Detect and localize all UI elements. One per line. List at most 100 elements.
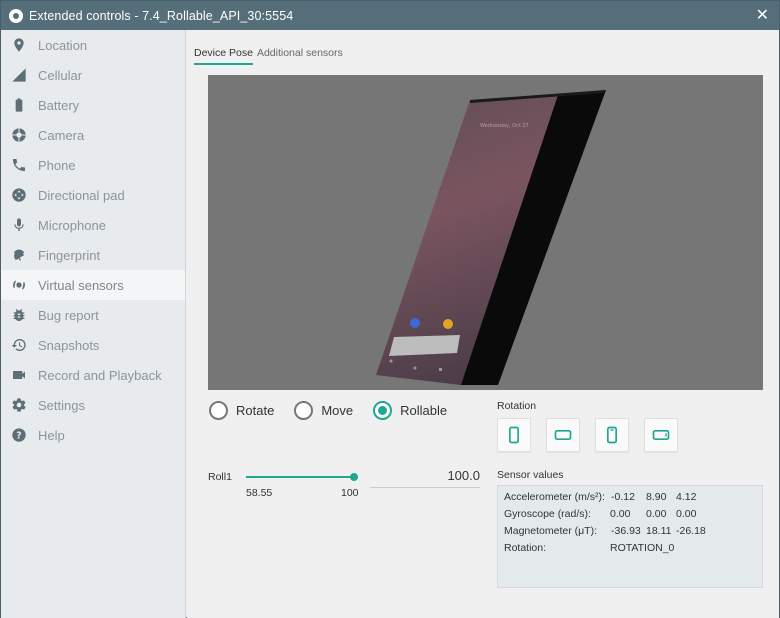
help-icon: ? <box>11 427 27 443</box>
sidebar-item-label: Location <box>38 37 88 53</box>
rollable-device-model: Wednesday, Oct 27 <box>376 90 606 385</box>
sidebar-item-settings[interactable]: Settings <box>1 390 185 420</box>
cellular-signal-icon <box>11 67 27 83</box>
extended-controls-window: Extended controls - 7.4_Rollable_API_30:… <box>0 0 780 618</box>
title-bar: Extended controls - 7.4_Rollable_API_30:… <box>1 1 779 30</box>
magnetometer-z: -26.18 <box>676 525 706 537</box>
microphone-icon <box>11 217 27 233</box>
magnetometer-x: -36.93 <box>611 525 641 537</box>
device-pose-viewport[interactable]: Wednesday, Oct 27 <box>208 75 763 390</box>
rotation-label: Rotation: <box>504 542 547 554</box>
sidebar-item-label: Help <box>38 427 65 443</box>
radio-circle[interactable] <box>373 401 393 420</box>
rotate-portrait-button[interactable] <box>497 418 531 452</box>
nav-home-icon <box>413 366 417 370</box>
sidebar-item-label: Record and Playback <box>38 367 162 383</box>
tab-bar: Device Pose Additional sensors <box>194 47 347 65</box>
radio-circle[interactable] <box>294 401 314 420</box>
sensor-values-heading: Sensor values <box>497 469 564 481</box>
sidebar-item-label: Bug report <box>38 307 99 323</box>
sidebar-item-snapshots[interactable]: Snapshots <box>1 330 185 360</box>
nav-back-icon <box>389 359 393 363</box>
gyroscope-x: 0.00 <box>610 508 631 520</box>
sidebar-item-directional-pad[interactable]: Directional pad <box>1 180 185 210</box>
history-icon <box>11 337 27 353</box>
fingerprint-icon <box>11 247 27 263</box>
move-radio[interactable]: Move <box>294 401 353 420</box>
sensor-values-panel: Accelerometer (m/s²): -0.12 8.90 4.12 Gy… <box>497 485 763 588</box>
magnetometer-y: 18.11 <box>646 525 672 537</box>
rotate-label: Rotate <box>236 403 275 418</box>
sidebar-item-label: Microphone <box>38 217 106 233</box>
sidebar: Location Cellular Battery Camera Phone D… <box>1 30 186 618</box>
rollable-label: Rollable <box>400 403 448 418</box>
window-title: Extended controls - 7.4_Rollable_API_30:… <box>29 8 294 23</box>
rotation-heading: Rotation <box>497 400 537 412</box>
gyroscope-label: Gyroscope (rad/s): <box>504 508 591 520</box>
slider-min-label: 58.55 <box>246 487 273 499</box>
sidebar-item-virtual-sensors[interactable]: Virtual sensors <box>1 270 185 300</box>
sidebar-item-label: Snapshots <box>38 337 100 353</box>
sidebar-item-label: Fingerprint <box>38 247 101 263</box>
sidebar-item-cellular[interactable]: Cellular <box>1 60 185 90</box>
virtual-sensors-icon <box>11 277 27 293</box>
gyroscope-z: 0.00 <box>676 508 697 520</box>
slider-thumb[interactable] <box>350 473 358 481</box>
sidebar-item-location[interactable]: Location <box>1 30 185 60</box>
radio-circle[interactable] <box>209 401 228 420</box>
sidebar-item-help[interactable]: ? Help <box>1 420 185 450</box>
rotate-radio[interactable]: Rotate <box>209 401 274 420</box>
search-bar <box>389 335 460 356</box>
tab-device-pose[interactable]: Device Pose <box>194 47 253 65</box>
sidebar-item-record-and-playback[interactable]: Record and Playback <box>1 360 185 390</box>
camera-aperture-icon <box>11 127 27 143</box>
reverse-landscape-device-icon <box>652 430 670 440</box>
sidebar-item-label: Virtual sensors <box>38 277 124 293</box>
dpad-icon <box>11 187 27 203</box>
sidebar-item-label: Battery <box>38 97 80 113</box>
tab-additional-sensors[interactable]: Additional sensors <box>257 47 343 65</box>
app-icon <box>410 318 420 328</box>
sidebar-item-microphone[interactable]: Microphone <box>1 210 185 240</box>
landscape-device-icon <box>554 430 572 440</box>
close-icon[interactable]: ✕ <box>756 5 769 25</box>
bug-icon <box>11 307 27 323</box>
reverse-portrait-device-icon <box>607 426 617 444</box>
sidebar-item-battery[interactable]: Battery <box>1 90 185 120</box>
chrome-icon <box>443 319 453 329</box>
video-camera-icon <box>11 367 27 383</box>
gear-icon <box>11 397 27 413</box>
magnetometer-label: Magnetometer (μT): <box>504 525 597 537</box>
roll-slider[interactable] <box>246 471 358 483</box>
roll-value-input[interactable]: 100.0 <box>370 468 480 488</box>
accelerometer-y: 8.90 <box>646 491 667 503</box>
pose-mode-group: Rotate Move Rollable <box>209 401 467 420</box>
rollable-radio[interactable]: Rollable <box>373 401 447 420</box>
phone-icon <box>11 157 27 173</box>
rotate-reverse-portrait-button[interactable] <box>595 418 629 452</box>
sidebar-item-label: Directional pad <box>38 187 125 203</box>
main-panel: Device Pose Additional sensors Wednesday… <box>187 30 779 618</box>
sidebar-item-label: Camera <box>38 127 85 143</box>
rotate-landscape-button[interactable] <box>546 418 580 452</box>
sidebar-item-label: Phone <box>38 157 76 173</box>
sidebar-item-fingerprint[interactable]: Fingerprint <box>1 240 185 270</box>
rotation-value: ROTATION_0 <box>610 542 675 554</box>
svg-text:?: ? <box>16 430 21 441</box>
rotate-reverse-landscape-button[interactable] <box>644 418 678 452</box>
portrait-device-icon <box>509 426 519 444</box>
sidebar-item-bug-report[interactable]: Bug report <box>1 300 185 330</box>
location-pin-icon <box>11 37 27 53</box>
move-label: Move <box>321 403 354 418</box>
sidebar-item-phone[interactable]: Phone <box>1 150 185 180</box>
accelerometer-x: -0.12 <box>611 491 635 503</box>
lockscreen-date: Wednesday, Oct 27 <box>480 123 529 129</box>
gyroscope-y: 0.00 <box>646 508 667 520</box>
emulator-logo-icon <box>9 8 23 23</box>
accelerometer-z: 4.12 <box>676 491 697 503</box>
nav-recents-icon <box>439 368 442 371</box>
sidebar-item-camera[interactable]: Camera <box>1 120 185 150</box>
sidebar-item-label: Cellular <box>38 67 83 83</box>
sidebar-item-label: Settings <box>38 397 85 413</box>
roll-slider-label: Roll1 <box>208 471 232 483</box>
